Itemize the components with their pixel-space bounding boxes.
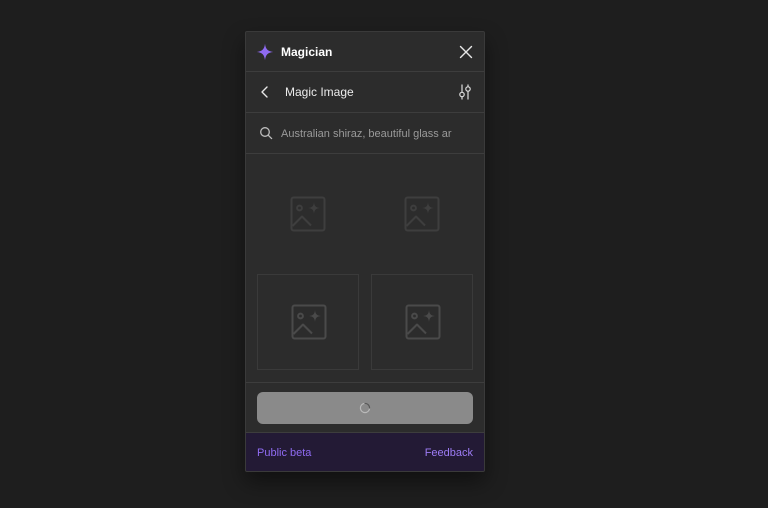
prompt-search-bar (246, 113, 484, 154)
image-placeholder-icon (291, 304, 327, 340)
image-tile[interactable] (257, 274, 359, 370)
image-placeholder-icon (404, 196, 440, 232)
close-icon[interactable] (458, 44, 474, 60)
generate-button[interactable] (257, 392, 473, 424)
panel-footer: Public beta Feedback (246, 433, 484, 471)
image-placeholder-icon (405, 304, 441, 340)
page-title: Magic Image (285, 85, 354, 99)
canvas-background: Magician Magic Image Australian shiraz, … (0, 0, 768, 508)
sliders-icon[interactable] (457, 83, 473, 101)
image-placeholder-icon (290, 196, 326, 232)
prompt-input[interactable] (281, 124, 463, 143)
public-beta-link[interactable]: Public beta (257, 447, 311, 460)
magician-plugin-panel: Magician Magic Image Australian shiraz, … (245, 31, 485, 472)
feedback-link[interactable]: Feedback (425, 447, 473, 460)
action-bar (246, 383, 484, 433)
image-results-grid (246, 154, 484, 383)
sparkle-icon (256, 43, 274, 61)
app-title: Magician (281, 45, 333, 59)
image-tile[interactable] (371, 274, 473, 370)
image-tile[interactable] (371, 167, 473, 263)
spinner-icon (359, 402, 371, 414)
search-icon (260, 127, 273, 140)
chevron-left-icon[interactable] (258, 85, 272, 99)
image-tile[interactable] (257, 167, 359, 263)
panel-header: Magician (246, 32, 484, 72)
panel-subheader: Magic Image (246, 72, 484, 113)
